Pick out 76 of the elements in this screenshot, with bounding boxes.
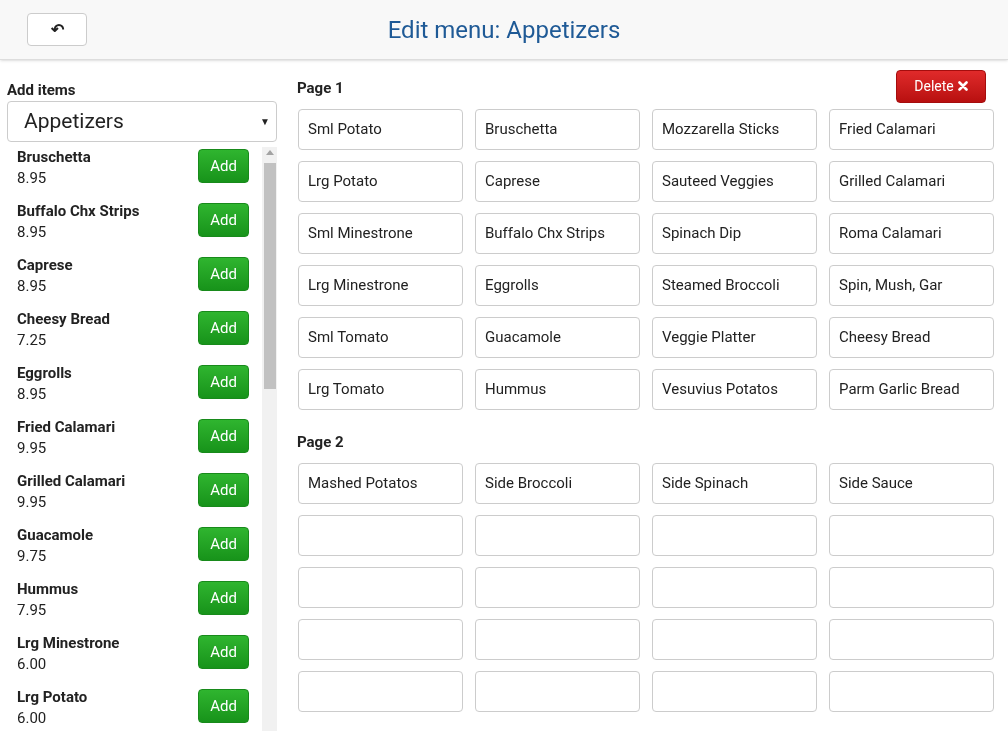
close-icon — [957, 81, 968, 91]
menu-slot[interactable]: Hummus — [475, 369, 640, 410]
add-items-label: Add items — [7, 81, 77, 99]
menu-slot[interactable]: Side Broccoli — [475, 463, 640, 504]
menu-slot[interactable]: Parm Garlic Bread — [829, 369, 994, 410]
menu-slot[interactable]: Mashed Potatos — [298, 463, 463, 504]
page-title: Edit menu: Appetizers — [387, 14, 621, 46]
item-price: 8.95 — [17, 168, 48, 189]
page-heading: Page 2 — [297, 431, 344, 453]
empty-slot[interactable] — [475, 671, 640, 712]
empty-slot[interactable] — [829, 567, 994, 608]
item-name: Lrg Potato — [17, 687, 88, 707]
menu-slot[interactable]: Guacamole — [475, 317, 640, 358]
item-price: 8.95 — [17, 276, 48, 297]
empty-slot[interactable] — [298, 619, 463, 660]
page-heading: Page 1 — [297, 77, 344, 99]
item-price: 9.95 — [17, 438, 48, 459]
menu-slot[interactable]: Bruschetta — [475, 109, 640, 150]
menu-slot[interactable]: Side Sauce — [829, 463, 994, 504]
menu-slot[interactable]: Caprese — [475, 161, 640, 202]
menu-slot[interactable]: Spin, Mush, Gar — [829, 265, 994, 306]
empty-slot[interactable] — [652, 515, 817, 556]
empty-slot[interactable] — [298, 567, 463, 608]
empty-slot[interactable] — [829, 671, 994, 712]
item-name: Buffalo Chx Strips — [17, 201, 140, 221]
back-button[interactable]: ↶ — [27, 13, 87, 46]
menu-slot[interactable]: Sml Minestrone — [298, 213, 463, 254]
empty-slot[interactable] — [652, 619, 817, 660]
empty-slot[interactable] — [475, 515, 640, 556]
menu-slot[interactable]: Side Spinach — [652, 463, 817, 504]
item-price: 6.00 — [17, 654, 48, 675]
item-price: 6.00 — [17, 708, 48, 729]
menu-slot[interactable]: Lrg Minestrone — [298, 265, 463, 306]
item-price: 9.95 — [17, 492, 48, 513]
menu-slot[interactable]: Veggie Platter — [652, 317, 817, 358]
menu-slot[interactable]: Steamed Broccoli — [652, 265, 817, 306]
item-price: 8.95 — [17, 222, 48, 243]
menu-slot[interactable]: Cheesy Bread — [829, 317, 994, 358]
empty-slot[interactable] — [298, 515, 463, 556]
delete-button[interactable]: Delete — [896, 69, 986, 103]
menu-slot[interactable]: Sauteed Veggies — [652, 161, 817, 202]
item-name: Guacamole — [17, 525, 94, 545]
empty-slot[interactable] — [475, 619, 640, 660]
item-price: 7.95 — [17, 600, 48, 621]
empty-slot[interactable] — [298, 671, 463, 712]
item-name: Bruschetta — [17, 147, 91, 167]
empty-slot[interactable] — [652, 567, 817, 608]
item-name: Eggrolls — [17, 363, 72, 383]
menu-slot[interactable]: Spinach Dip — [652, 213, 817, 254]
caret-icon: ▼ — [260, 114, 270, 129]
menu-slot[interactable]: Mozzarella Sticks — [652, 109, 817, 150]
menu-slot[interactable]: Grilled Calamari — [829, 161, 994, 202]
empty-slot[interactable] — [652, 671, 817, 712]
item-name: Caprese — [17, 255, 73, 275]
item-price: 8.95 — [17, 384, 48, 405]
empty-slot[interactable] — [829, 619, 994, 660]
menu-slot[interactable]: Sml Tomato — [298, 317, 463, 358]
empty-slot[interactable] — [475, 567, 640, 608]
scrollbar[interactable] — [262, 147, 277, 731]
menu-slot[interactable]: Vesuvius Potatos — [652, 369, 817, 410]
item-name: Hummus — [17, 579, 79, 599]
menu-slot[interactable]: Roma Calamari — [829, 213, 994, 254]
menu-slot[interactable]: Eggrolls — [475, 265, 640, 306]
menu-slot[interactable]: Lrg Tomato — [298, 369, 463, 410]
menu-slot[interactable]: Sml Potato — [298, 109, 463, 150]
menu-slot[interactable]: Lrg Potato — [298, 161, 463, 202]
item-name: Fried Calamari — [17, 417, 116, 437]
item-price: 7.25 — [17, 330, 48, 351]
item-name: Lrg Minestrone — [17, 633, 120, 653]
menu-slot[interactable]: Fried Calamari — [829, 109, 994, 150]
empty-slot[interactable] — [829, 515, 994, 556]
category-select[interactable]: Appetizers ▼ — [7, 101, 277, 142]
menu-slot[interactable]: Buffalo Chx Strips — [475, 213, 640, 254]
item-name: Grilled Calamari — [17, 471, 126, 491]
item-price: 9.75 — [17, 546, 48, 567]
item-name: Cheesy Bread — [17, 309, 110, 329]
